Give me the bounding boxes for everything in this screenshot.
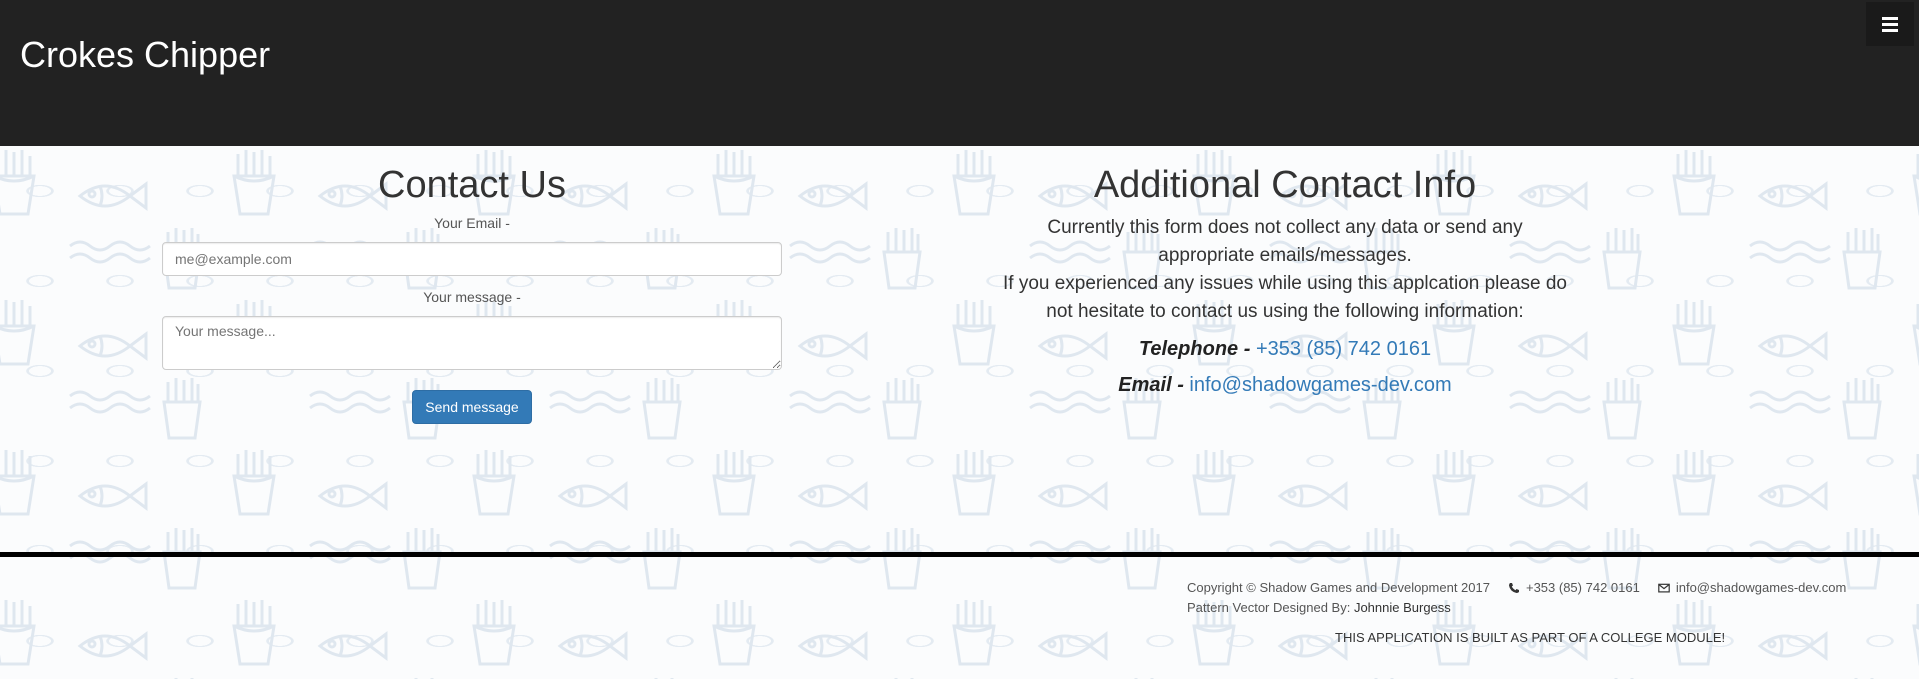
footer-phone: +353 (85) 742 0161 bbox=[1508, 578, 1640, 598]
footer-email-text: info@shadowgames-dev.com bbox=[1675, 580, 1847, 595]
send-message-button[interactable]: Send message bbox=[412, 390, 532, 424]
email-field[interactable] bbox=[162, 242, 782, 276]
telephone-line: Telephone - +353 (85) 742 0161 bbox=[960, 336, 1610, 362]
copyright-text: Copyright © Shadow Games and Development… bbox=[1187, 580, 1490, 595]
email-line: Email - info@shadowgames-dev.com bbox=[960, 372, 1610, 398]
email-link[interactable]: info@shadowgames-dev.com bbox=[1189, 374, 1451, 396]
telephone-link[interactable]: +353 (85) 742 0161 bbox=[1256, 338, 1431, 360]
site-brand[interactable]: Crokes Chipper bbox=[20, 34, 270, 76]
email-key: Email - bbox=[1118, 374, 1184, 396]
additional-title: Additional Contact Info bbox=[1093, 164, 1477, 206]
contact-form-section: Contact Us Your Email - Your message - S… bbox=[162, 160, 782, 424]
envelope-icon bbox=[1658, 583, 1670, 593]
footer-divider bbox=[0, 552, 1919, 557]
site-footer: Copyright © Shadow Games and Development… bbox=[1187, 578, 1907, 645]
college-module-note: THIS APPLICATION IS BUILT AS PART OF A C… bbox=[1335, 630, 1726, 645]
footer-row: Copyright © Shadow Games and Development… bbox=[1187, 578, 1907, 598]
phone-icon bbox=[1508, 583, 1519, 593]
footer-phone-text: +353 (85) 742 0161 bbox=[1525, 580, 1640, 595]
pattern-credit: Pattern Vector Designed By: Johnnie Burg… bbox=[1187, 598, 1907, 618]
telephone-key: Telephone - bbox=[1138, 338, 1251, 360]
footer-email: info@shadowgames-dev.com bbox=[1658, 578, 1846, 598]
additional-contact-section: Additional Contact Info Currently this f… bbox=[960, 160, 1610, 398]
designer-name: Johnnie Burgess bbox=[1353, 600, 1451, 615]
info-paragraph-2: If you experienced any issues while usin… bbox=[1002, 273, 1568, 322]
contact-title: Contact Us bbox=[378, 164, 566, 206]
message-field[interactable] bbox=[162, 316, 782, 370]
designer-label: Pattern Vector Designed By: bbox=[1187, 600, 1351, 615]
hamburger-menu-icon bbox=[1882, 16, 1898, 32]
menu-toggle-button[interactable] bbox=[1866, 2, 1914, 46]
info-paragraph-1: Currently this form does not collect any… bbox=[1047, 217, 1523, 266]
message-label: Your message - bbox=[423, 289, 521, 305]
top-navbar: Crokes Chipper bbox=[0, 0, 1919, 146]
email-label: Your Email - bbox=[434, 215, 510, 231]
